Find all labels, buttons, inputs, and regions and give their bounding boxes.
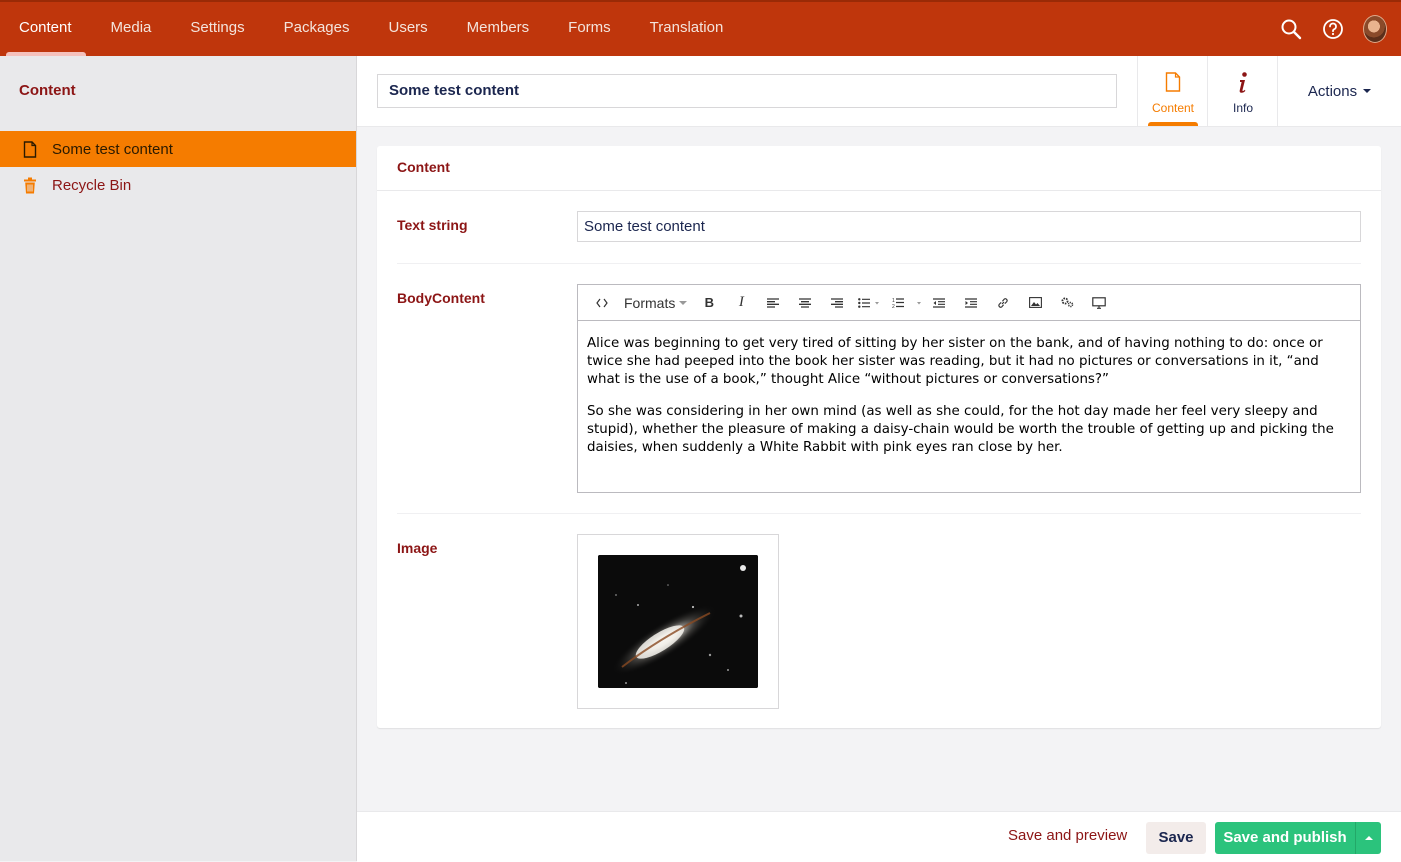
align-right-icon[interactable]	[821, 291, 853, 315]
image-picker[interactable]	[577, 534, 779, 709]
body-paragraph: So she was considering in her own mind (…	[587, 404, 1334, 455]
avatar	[1363, 15, 1387, 43]
nav-settings[interactable]: Settings	[171, 2, 264, 56]
tab-info[interactable]: Info	[1207, 56, 1278, 126]
save-button[interactable]: Save	[1146, 822, 1206, 854]
panel-title: Content	[377, 146, 1381, 191]
document-icon	[1138, 72, 1208, 92]
text-string-label: Text string	[397, 217, 468, 233]
caret-down-icon	[679, 300, 688, 305]
content-name-input[interactable]: Some test content	[377, 74, 1117, 108]
top-icons	[1279, 2, 1387, 56]
search-icon[interactable]	[1279, 17, 1303, 41]
top-navigation-bar: Content Media Settings Packages Users Me…	[0, 0, 1401, 56]
caret-up-icon	[1364, 836, 1373, 840]
formats-dropdown[interactable]: Formats	[618, 291, 693, 315]
divider	[397, 513, 1361, 514]
nav-packages[interactable]: Packages	[265, 2, 370, 56]
bullet-list-icon[interactable]	[853, 291, 885, 315]
italic-icon[interactable]: I	[725, 291, 757, 315]
galaxy-image[interactable]	[598, 555, 758, 688]
info-icon	[1208, 72, 1278, 94]
actions-button[interactable]: Actions	[1277, 56, 1401, 126]
source-code-icon[interactable]	[586, 291, 618, 315]
nav-members[interactable]: Members	[448, 2, 550, 56]
nav-content[interactable]: Content	[0, 2, 92, 56]
rte-toolbar: Formats B I 12	[578, 285, 1360, 321]
body-paragraph: Alice was beginning to get very tired of…	[587, 336, 1323, 387]
tab-label: Content	[1151, 101, 1195, 115]
rte-body[interactable]: Alice was beginning to get very tired of…	[578, 321, 1360, 457]
user-avatar[interactable]	[1363, 15, 1387, 43]
tree-item-label: Some test content	[52, 140, 173, 158]
bold-icon[interactable]: B	[693, 291, 725, 315]
save-and-publish-button[interactable]: Save and publish	[1215, 822, 1355, 854]
outdent-icon[interactable]	[923, 291, 955, 315]
nav-forms[interactable]: Forms	[549, 2, 631, 56]
tree-item-some-test-content[interactable]: Some test content	[0, 131, 356, 167]
align-left-icon[interactable]	[757, 291, 789, 315]
section-nav: Content Media Settings Packages Users Me…	[0, 2, 743, 56]
publish-options-button[interactable]	[1355, 822, 1381, 854]
tree-item-recycle-bin[interactable]: Recycle Bin	[0, 167, 356, 203]
trash-icon	[20, 177, 40, 194]
content-panel: Content Text string Some test content Bo…	[377, 146, 1381, 728]
actions-label: Actions	[1307, 82, 1358, 100]
help-icon[interactable]	[1321, 17, 1345, 41]
tree-item-label: Recycle Bin	[52, 176, 132, 194]
link-icon[interactable]	[987, 291, 1019, 315]
save-and-preview-button[interactable]: Save and preview	[1008, 812, 1127, 862]
divider	[397, 263, 1361, 264]
tab-content[interactable]: Content	[1137, 56, 1208, 126]
caret-down-icon	[1363, 89, 1372, 93]
image-icon[interactable]	[1019, 291, 1051, 315]
editor-footer: Save and preview Save Save and publish	[357, 811, 1401, 862]
svg-text:2: 2	[892, 304, 895, 309]
nav-media[interactable]: Media	[92, 2, 172, 56]
sidebar-title[interactable]: Content	[19, 82, 76, 99]
image-label: Image	[397, 540, 438, 556]
formats-label: Formats	[624, 294, 676, 311]
macro-icon[interactable]	[1051, 291, 1083, 315]
tab-label: Info	[1232, 101, 1253, 115]
rich-text-editor: Formats B I 12 Alice was beginning to ge…	[577, 284, 1361, 493]
embed-icon[interactable]	[1083, 291, 1115, 315]
body-content-label: BodyContent	[397, 290, 485, 306]
text-string-input[interactable]: Some test content	[577, 211, 1361, 242]
nav-users[interactable]: Users	[369, 2, 447, 56]
sidebar: Content Some test content Recycle Bin	[0, 56, 357, 861]
numbered-list-icon[interactable]: 12	[891, 291, 923, 315]
document-icon	[20, 140, 40, 158]
align-center-icon[interactable]	[789, 291, 821, 315]
indent-icon[interactable]	[955, 291, 987, 315]
nav-translation[interactable]: Translation	[631, 2, 744, 56]
editor-header: Some test content Content Info Actions	[357, 56, 1401, 127]
